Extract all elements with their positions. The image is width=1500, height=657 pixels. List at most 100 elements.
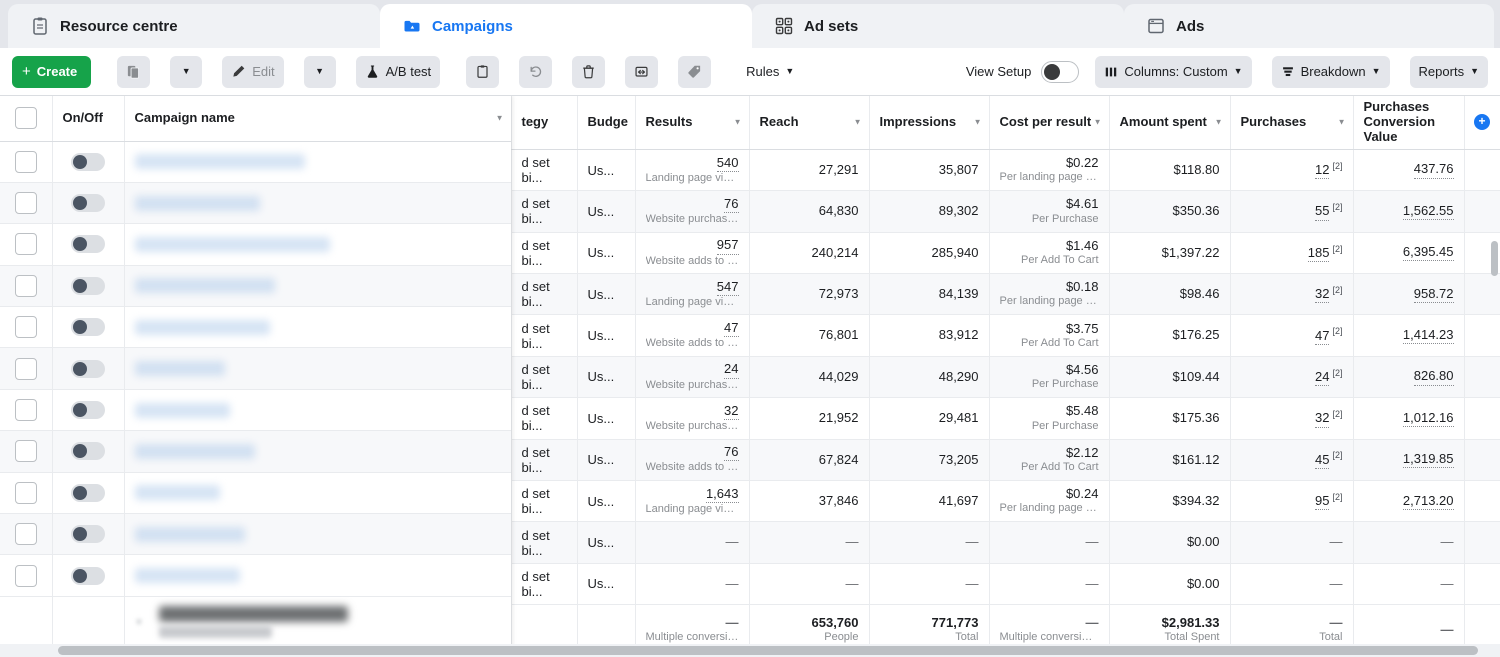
clipboard-button[interactable]: [466, 55, 500, 88]
vertical-scrollbar-thumb[interactable]: [1491, 241, 1498, 276]
row-checkbox[interactable]: [14, 440, 37, 463]
add-column-button[interactable]: +: [1474, 114, 1490, 131]
chevron-down-icon[interactable]: ▼: [496, 114, 504, 123]
row-campaign-name-cell[interactable]: [124, 306, 511, 349]
select-all-header: [0, 96, 53, 142]
duplicate-button[interactable]: [117, 55, 151, 88]
tab-ad-sets[interactable]: Ad sets: [752, 4, 1124, 48]
tab-ads[interactable]: Ads: [1124, 4, 1494, 48]
duplicate-dropdown-button[interactable]: ▼: [170, 55, 203, 88]
row-checkbox[interactable]: [14, 481, 37, 504]
row-purchases-cell: 45 [2]: [1230, 439, 1354, 481]
table-row[interactable]: [0, 265, 511, 308]
table-row[interactable]: [0, 347, 511, 390]
chevron-down-icon[interactable]: ▼: [734, 118, 742, 127]
row-campaign-name-cell[interactable]: [124, 223, 511, 266]
table-row[interactable]: [0, 472, 511, 515]
view-setup-control[interactable]: View Setup: [966, 60, 1080, 83]
row-checkbox[interactable]: [14, 233, 37, 256]
row-campaign-name-cell[interactable]: [124, 347, 511, 390]
tab-campaigns[interactable]: Campaigns: [380, 4, 752, 48]
row-checkbox[interactable]: [14, 523, 37, 546]
chevron-down-icon[interactable]: ▼: [1094, 118, 1102, 127]
purchases-footnote: [2]: [1332, 450, 1343, 461]
row-amount-spent-cell: $175.36: [1109, 397, 1231, 440]
row-select-cell: [0, 306, 53, 349]
undo-button[interactable]: [519, 55, 553, 88]
ab-test-button[interactable]: A/B test: [355, 55, 441, 88]
row-checkbox[interactable]: [14, 357, 37, 380]
row-reach-cell: 72,973: [749, 273, 870, 316]
rules-button[interactable]: Rules ▼: [737, 56, 803, 88]
chevron-down-icon[interactable]: ▼: [854, 118, 862, 127]
row-campaign-name-cell[interactable]: [124, 554, 511, 597]
table-row[interactable]: [0, 182, 511, 225]
chevron-down-icon: ▼: [1470, 66, 1479, 76]
campaign-status-toggle[interactable]: [71, 483, 105, 502]
table-row[interactable]: [0, 389, 511, 432]
chevron-down-icon[interactable]: ▼: [135, 617, 149, 627]
breakdown-button[interactable]: Breakdown ▼: [1271, 55, 1390, 88]
row-select-cell: [0, 513, 53, 556]
purchases-value: 95: [1315, 493, 1330, 511]
table-row[interactable]: [0, 513, 511, 556]
columns-button[interactable]: Columns: Custom ▼: [1095, 55, 1252, 88]
row-campaign-name-cell[interactable]: [124, 389, 511, 432]
row-checkbox[interactable]: [14, 564, 37, 587]
chevron-down-icon[interactable]: ▼: [1338, 118, 1346, 127]
select-all-checkbox[interactable]: [14, 107, 37, 130]
row-purchases-cell: 185 [2]: [1230, 232, 1354, 274]
table-row[interactable]: [0, 554, 511, 597]
campaign-status-toggle[interactable]: [71, 359, 105, 378]
campaign-status-toggle[interactable]: [71, 566, 105, 585]
row-cost-per-result-cell: —: [989, 563, 1110, 606]
create-button[interactable]: + Create: [12, 55, 92, 88]
row-campaign-name-cell[interactable]: [124, 182, 511, 225]
row-impressions-cell: 73,205: [869, 439, 990, 481]
toggle-knob: [73, 403, 87, 418]
row-checkbox[interactable]: [14, 274, 37, 297]
row-checkbox[interactable]: [14, 399, 37, 422]
cpr-subtext: Per Add To Cart: [1021, 254, 1099, 267]
edit-button[interactable]: Edit: [222, 55, 284, 88]
row-campaign-name-cell[interactable]: [124, 472, 511, 515]
purchases-value: 45: [1315, 452, 1330, 470]
frozen-table-body: [0, 141, 511, 597]
row-checkbox[interactable]: [14, 316, 37, 339]
table-row[interactable]: [0, 430, 511, 473]
row-checkbox[interactable]: [14, 192, 37, 215]
row-results-cell: 47 Website adds to c...: [635, 314, 750, 357]
export-button[interactable]: [625, 55, 659, 88]
view-setup-toggle[interactable]: [1041, 60, 1080, 83]
horizontal-scrollbar-thumb[interactable]: [58, 646, 1478, 655]
campaign-status-toggle[interactable]: [71, 276, 105, 295]
row-campaign-name-cell[interactable]: [124, 141, 511, 183]
row-campaign-name-cell[interactable]: [124, 265, 511, 308]
reports-button[interactable]: Reports ▼: [1409, 55, 1488, 88]
row-reach-cell: —: [749, 521, 870, 564]
campaign-status-toggle[interactable]: [71, 152, 105, 171]
campaign-status-toggle[interactable]: [71, 525, 105, 544]
row-budget-cell: Us...: [577, 439, 636, 481]
campaign-status-toggle[interactable]: [71, 442, 105, 461]
purchases-value: 32: [1315, 286, 1330, 304]
row-campaign-name-cell[interactable]: [124, 513, 511, 556]
chevron-down-icon[interactable]: ▼: [1215, 118, 1223, 127]
campaign-status-toggle[interactable]: [71, 401, 105, 420]
delete-button[interactable]: [572, 55, 606, 88]
campaign-status-toggle[interactable]: [71, 194, 105, 213]
edit-dropdown-button[interactable]: ▼: [303, 55, 336, 88]
row-campaign-name-cell[interactable]: [124, 430, 511, 473]
create-button-label: Create: [36, 64, 78, 79]
campaign-status-toggle[interactable]: [71, 318, 105, 337]
results-value: 24: [724, 361, 739, 379]
tab-resource-centre[interactable]: Resource centre: [8, 4, 380, 48]
tag-button[interactable]: [678, 55, 712, 88]
table-row[interactable]: [0, 306, 511, 349]
chevron-down-icon[interactable]: ▼: [974, 118, 982, 127]
row-select-cell: [0, 347, 53, 390]
table-row[interactable]: [0, 141, 511, 183]
row-checkbox[interactable]: [14, 150, 37, 173]
campaign-status-toggle[interactable]: [71, 235, 105, 254]
table-row[interactable]: [0, 223, 511, 266]
